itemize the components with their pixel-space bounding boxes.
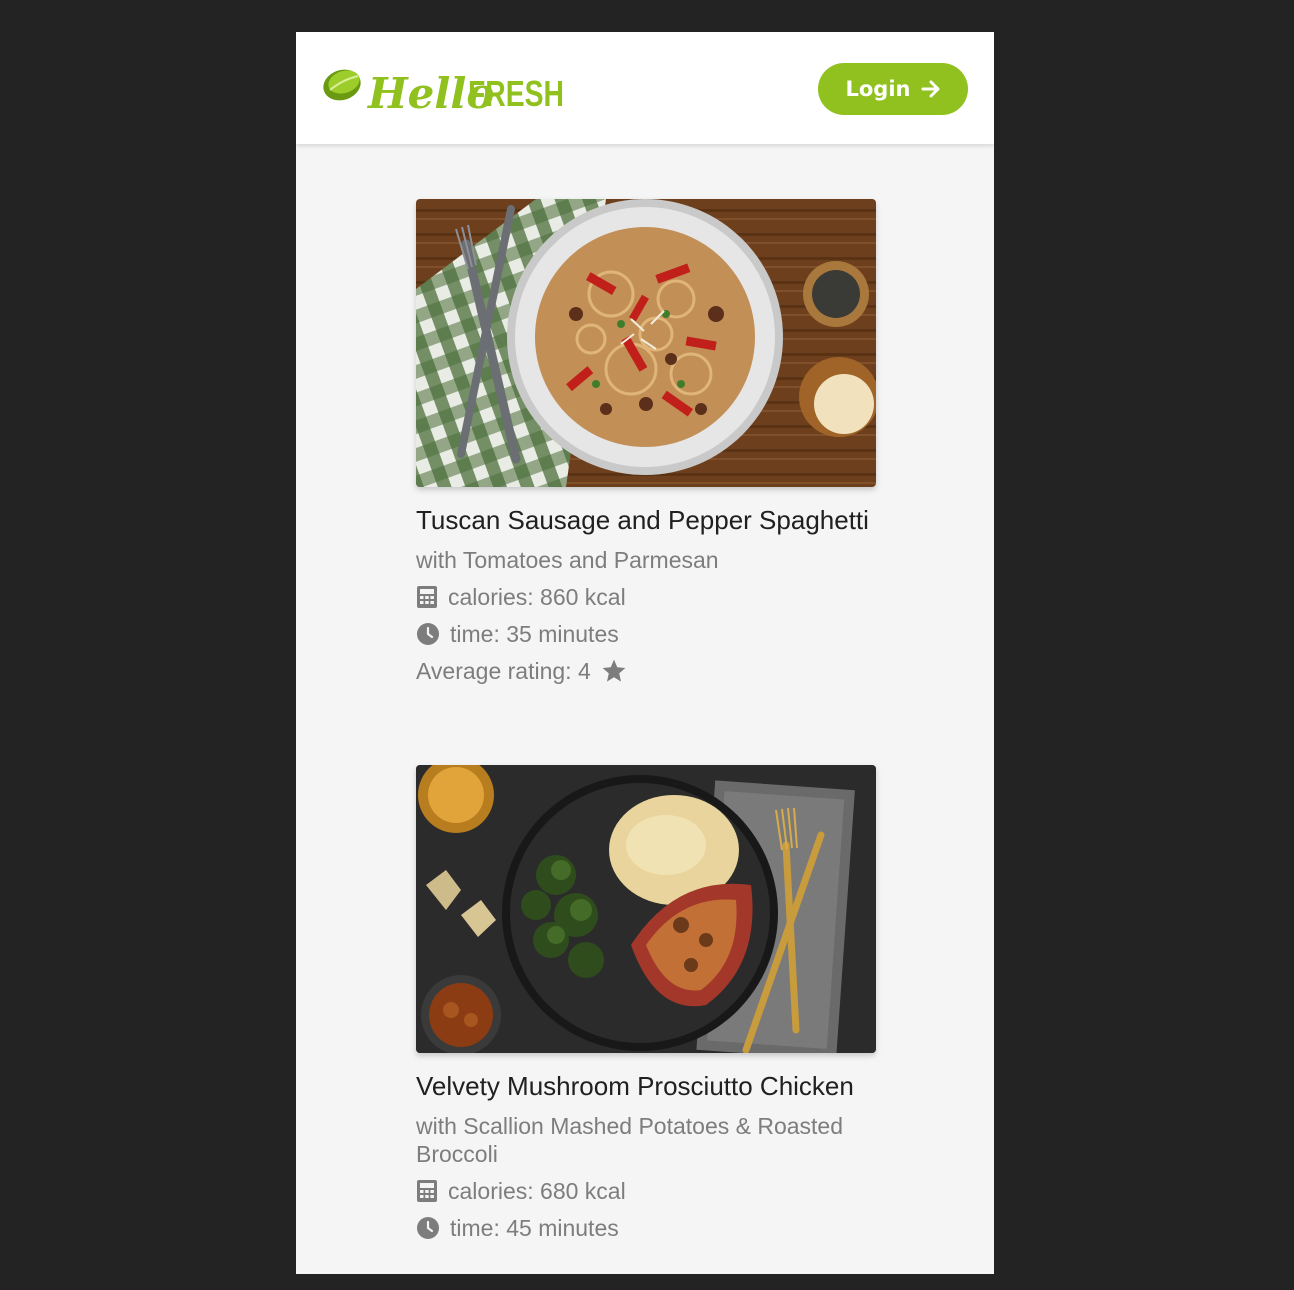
login-label: Login	[845, 77, 911, 101]
clock-icon	[416, 1216, 440, 1240]
calories-text: calories: 860 kcal	[448, 583, 626, 610]
time-text: time: 35 minutes	[450, 620, 619, 647]
site-header: Hello FRESH Login	[296, 32, 994, 144]
recipe-title[interactable]: Velvety Mushroom Prosciutto Chicken	[416, 1071, 876, 1102]
recipe-card[interactable]: Velvety Mushroom Prosciutto Chicken with…	[416, 765, 876, 1242]
time-row: time: 35 minutes	[416, 620, 876, 648]
lime-icon	[323, 69, 361, 101]
rating-row: Average rating: 4	[416, 657, 876, 685]
arrow-right-icon	[921, 79, 941, 99]
recipe-list: Tuscan Sausage and Pepper Spaghetti with…	[416, 199, 876, 1274]
recipe-subtitle: with Tomatoes and Parmesan	[416, 547, 719, 573]
hellofresh-logo[interactable]: Hello FRESH	[322, 60, 572, 116]
logo-fresh-text: FRESH	[468, 73, 564, 114]
calories-row: calories: 680 kcal	[416, 1177, 876, 1205]
recipe-image-spaghetti[interactable]	[416, 199, 876, 487]
calculator-icon	[416, 585, 438, 609]
recipe-card[interactable]: Tuscan Sausage and Pepper Spaghetti with…	[416, 199, 876, 685]
app-viewport: Hello FRESH Login Tuscan Sausage and Pep…	[296, 32, 994, 1274]
clock-icon	[416, 622, 440, 646]
recipe-subtitle: with Scallion Mashed Potatoes & Roasted …	[416, 1113, 844, 1167]
star-icon	[601, 658, 627, 684]
calories-text: calories: 680 kcal	[448, 1177, 626, 1204]
time-text: time: 45 minutes	[450, 1214, 619, 1241]
recipe-image-chicken[interactable]	[416, 765, 876, 1053]
time-row: time: 45 minutes	[416, 1214, 876, 1242]
recipe-title[interactable]: Tuscan Sausage and Pepper Spaghetti	[416, 505, 876, 536]
calories-row: calories: 860 kcal	[416, 583, 876, 611]
calculator-icon	[416, 1179, 438, 1203]
login-button[interactable]: Login	[818, 63, 968, 115]
rating-text: Average rating: 4	[416, 657, 591, 684]
